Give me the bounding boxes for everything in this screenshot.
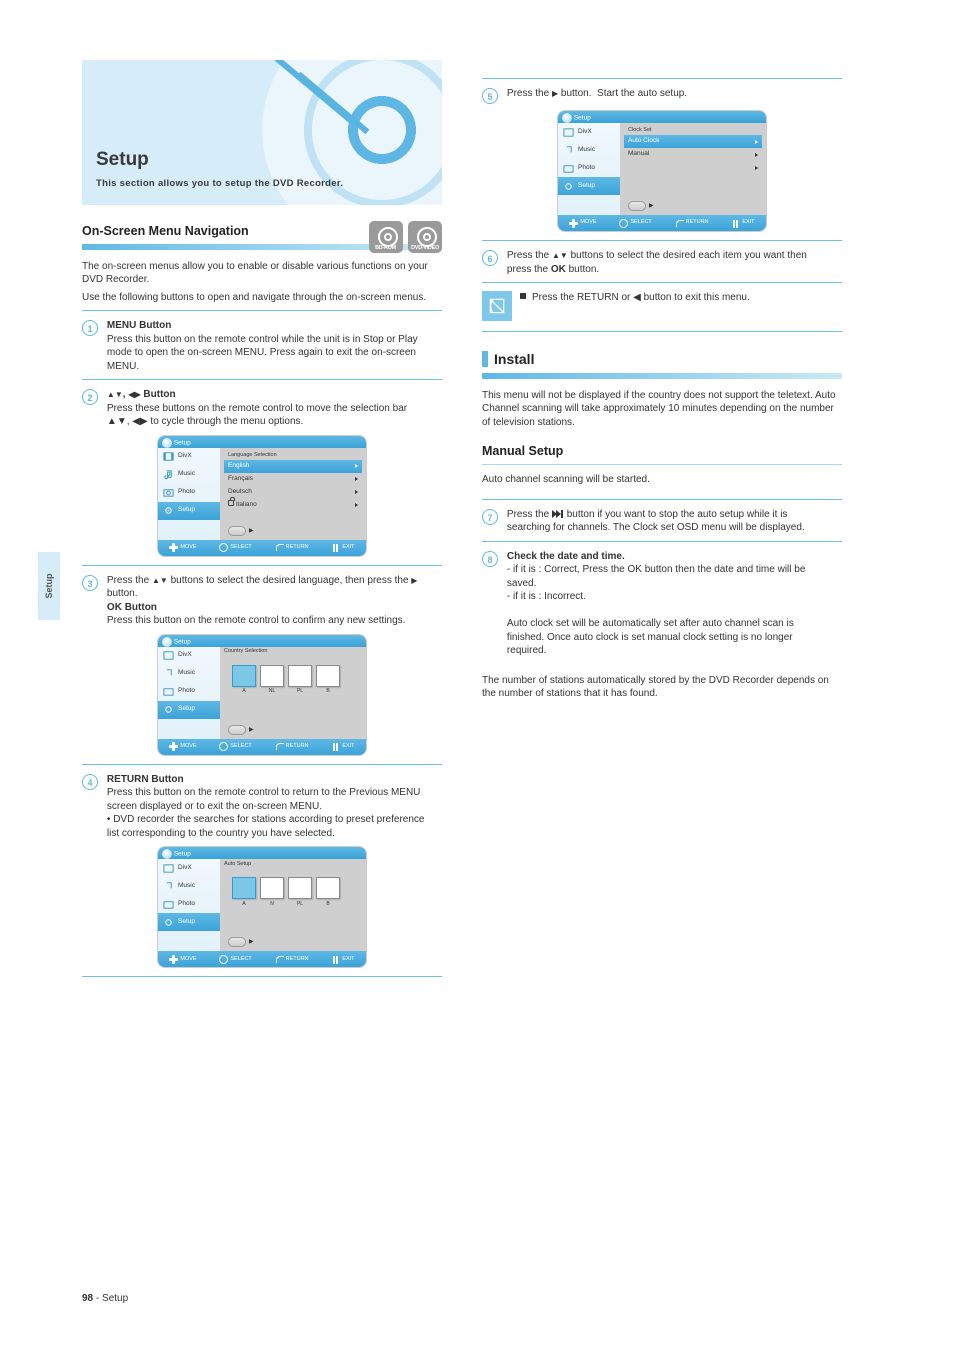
nav-intro-1: The on-screen menus allow you to enable … — [82, 260, 442, 287]
bdrom-icon: BD-ROM — [369, 221, 403, 253]
film-icon — [162, 451, 174, 463]
next-track-icon — [552, 510, 564, 518]
osd-auto-setup: Setup DivX Music Photo Setup Auto Setup … — [157, 846, 367, 968]
chapter-banner: Setup This section allows you to setup t… — [82, 60, 442, 205]
manual-text: Auto channel scanning will be started. — [482, 473, 842, 487]
page-footer: 98 - Setup — [82, 1292, 128, 1306]
channel-list-text: The number of stations automatically sto… — [482, 674, 842, 701]
nav-intro-2: Use the following buttons to open and na… — [82, 291, 442, 305]
step-6: 6 Press the buttons to select the desire… — [482, 249, 842, 276]
step-3: 3 Press the buttons to select the desire… — [82, 574, 442, 628]
side-tab: Setup — [38, 552, 60, 620]
step-2: 2 , Button Press these buttons on the re… — [82, 388, 442, 429]
photo-icon — [162, 487, 174, 499]
install-text: This menu will not be displayed if the c… — [482, 389, 842, 430]
return-icon — [275, 543, 284, 552]
step-4: 4 RETURN Button Press this button on the… — [82, 773, 442, 841]
dpad-icon — [169, 543, 178, 552]
step-8: 8 Check the date and time. - if it is : … — [482, 550, 842, 658]
step-1: 1 MENU Button Press this button on the r… — [82, 319, 442, 373]
heading-install: Install — [482, 350, 842, 369]
heading-manual: Manual Setup — [482, 443, 842, 460]
osd-language-selection: Setup DivX Music Photo Setup Language Se… — [157, 435, 367, 557]
chapter-title: Setup — [96, 147, 149, 173]
note-block: Press the RETURN or ◀ button to exit thi… — [482, 291, 842, 321]
step-7: 7 Press the button if you want to stop t… — [482, 508, 842, 535]
gear-icon — [162, 505, 174, 517]
exit-icon — [331, 543, 340, 552]
chapter-subtitle: This section allows you to setup the DVD… — [96, 178, 343, 191]
heading-nav: On-Screen Menu Navigation BD-ROM DVD-VID… — [82, 223, 442, 240]
music-icon — [162, 469, 174, 481]
step-5: 5 Press the button. Start the auto setup… — [482, 87, 842, 104]
ok-icon — [219, 543, 228, 552]
dvdvideo-icon: DVD-VIDEO — [408, 221, 442, 253]
note-icon — [482, 291, 512, 321]
osd-country-selection: Setup DivX Music Photo Setup Country Sel… — [157, 634, 367, 756]
osd-clock-set: Setup DivX Music Photo Setup Clock Set A… — [557, 110, 767, 232]
